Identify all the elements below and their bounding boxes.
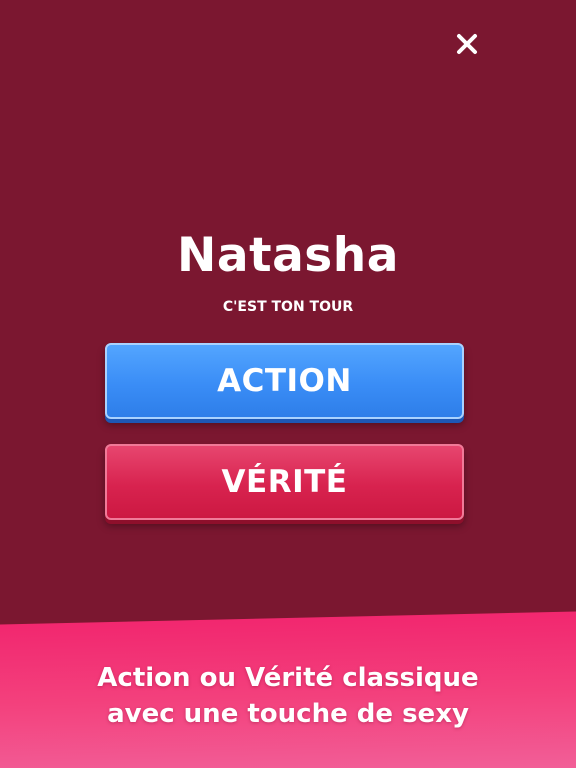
truth-button[interactable]: VÉRITÉ — [105, 444, 464, 520]
truth-button-label: VÉRITÉ — [221, 464, 348, 500]
action-button-label: ACTION — [217, 363, 352, 399]
action-button[interactable]: ACTION — [105, 343, 464, 419]
promo-line-2: avec une touche de sexy — [107, 699, 469, 729]
close-button[interactable] — [450, 27, 484, 61]
close-icon — [457, 34, 477, 54]
game-screen: Natasha C'EST TON TOUR ACTION VÉRITÉ Act… — [0, 0, 576, 768]
player-name: Natasha — [177, 228, 399, 283]
promo-line-1: Action ou Vérité classique — [97, 663, 479, 693]
turn-label: C'EST TON TOUR — [222, 299, 354, 315]
promo-caption: Action ou Vérité classique avec une touc… — [0, 660, 576, 732]
